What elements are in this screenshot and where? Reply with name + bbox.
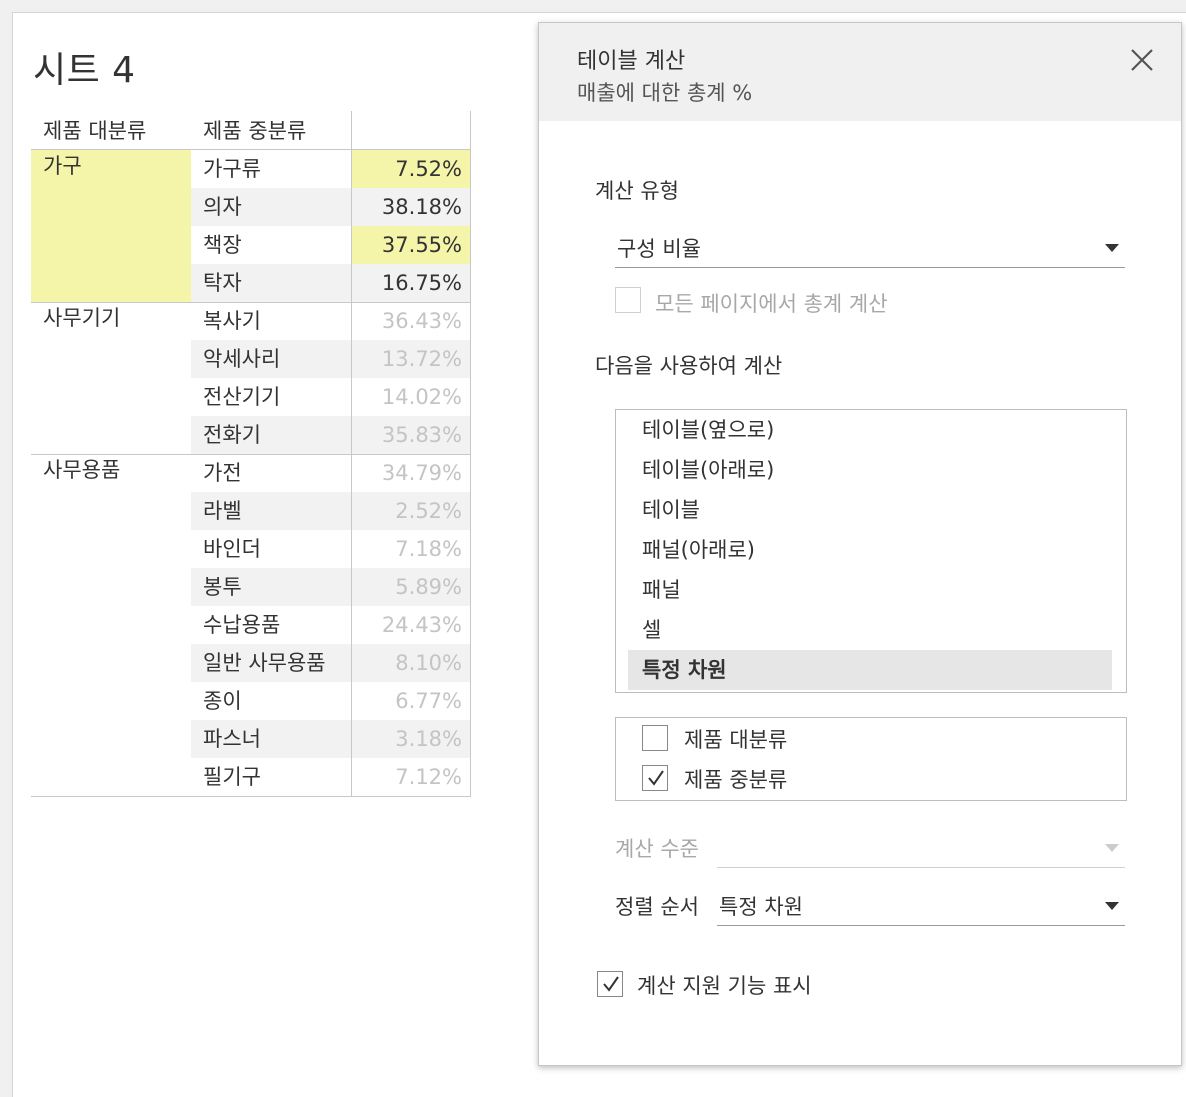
compute-option[interactable]: 패널 [628, 570, 1112, 610]
category-cell[interactable]: 사무용품 [43, 455, 120, 485]
show-assist-checkbox[interactable] [597, 971, 623, 997]
value-cell[interactable]: 6.77% [352, 682, 462, 720]
value-cell[interactable]: 7.18% [352, 530, 462, 568]
subcategory-cell[interactable]: 책장 [203, 226, 242, 264]
value-cell[interactable]: 7.12% [352, 758, 462, 796]
value-cell[interactable]: 38.18% [352, 188, 462, 226]
category-cell[interactable]: 사무기기 [43, 303, 120, 333]
subcategory-cell[interactable]: 종이 [203, 682, 242, 720]
value-cell[interactable]: 34.79% [352, 454, 462, 492]
subcategory-cell[interactable]: 의자 [203, 188, 242, 226]
table-calculation-dialog: 테이블 계산 매출에 대한 총계 % 계산 유형 구성 비율 모든 페이지에서 … [538, 22, 1182, 1066]
value-cell[interactable]: 13.72% [352, 340, 462, 378]
subcategory-cell[interactable]: 가전 [203, 454, 242, 492]
dimension-label: 제품 대분류 [684, 728, 788, 752]
subcategory-cell[interactable]: 필기구 [203, 758, 261, 796]
subcategory-cell[interactable]: 라벨 [203, 492, 242, 530]
chevron-down-icon [1105, 244, 1119, 252]
header-subcategory[interactable]: 제품 중분류 [203, 111, 306, 149]
value-cell[interactable]: 36.43% [352, 302, 462, 340]
close-icon[interactable] [1129, 47, 1155, 73]
compute-option[interactable]: 테이블(아래로) [628, 450, 1112, 490]
category-cell[interactable]: 가구 [43, 151, 82, 181]
all-pages-label: 모든 페이지에서 총계 계산 [655, 292, 888, 316]
dialog-header: 테이블 계산 매출에 대한 총계 % [539, 23, 1181, 121]
value-cell[interactable]: 16.75% [352, 264, 462, 302]
chevron-down-icon [1105, 844, 1119, 852]
calc-type-label: 계산 유형 [595, 179, 679, 203]
value-cell[interactable]: 7.52% [352, 150, 462, 188]
value-cell[interactable]: 3.18% [352, 720, 462, 758]
subcategory-cell[interactable]: 전산기기 [203, 378, 280, 416]
compute-using-list[interactable]: 테이블(옆으로) 테이블(아래로) 테이블 패널(아래로) 패널 셀 특정 차원 [615, 409, 1127, 693]
value-cell[interactable]: 5.89% [352, 568, 462, 606]
value-cell[interactable]: 2.52% [352, 492, 462, 530]
sheet-title: 시트 4 [33, 50, 136, 91]
sort-order-value: 특정 차원 [719, 895, 803, 919]
sort-order-dropdown[interactable]: 특정 차원 [717, 887, 1125, 926]
dialog-subtitle: 매출에 대한 총계 % [577, 81, 753, 105]
dialog-title: 테이블 계산 [577, 49, 686, 74]
compute-option-selected[interactable]: 특정 차원 [628, 650, 1112, 690]
dimension-label: 제품 중분류 [684, 768, 788, 792]
value-cell[interactable]: 8.10% [352, 644, 462, 682]
value-cell[interactable]: 14.02% [352, 378, 462, 416]
compute-using-label: 다음을 사용하여 계산 [595, 354, 783, 378]
subcategory-cell[interactable]: 악세사리 [203, 340, 280, 378]
value-cell[interactable]: 35.83% [352, 416, 462, 454]
table-bottom-border [31, 796, 471, 797]
checkmark-icon [603, 976, 619, 992]
compute-option[interactable]: 패널(아래로) [628, 530, 1112, 570]
checkmark-icon [648, 770, 664, 786]
compute-option[interactable]: 테이블 [628, 490, 1112, 530]
sort-order-label: 정렬 순서 [615, 895, 699, 919]
compute-option[interactable]: 테이블(옆으로) [628, 410, 1112, 450]
subcategory-cell[interactable]: 바인더 [203, 530, 261, 568]
subcategory-cell[interactable]: 일반 사무용품 [203, 644, 326, 682]
subcategory-cell[interactable]: 수납용품 [203, 606, 280, 644]
dimension-checkbox-subcategory[interactable] [642, 765, 668, 791]
dimensions-list: 제품 대분류 제품 중분류 [615, 717, 1127, 801]
subcategory-cell[interactable]: 전화기 [203, 416, 261, 454]
compute-option[interactable]: 셀 [628, 610, 1112, 650]
level-dropdown[interactable] [717, 829, 1125, 868]
chevron-down-icon [1105, 902, 1119, 910]
header-category[interactable]: 제품 대분류 [43, 111, 146, 149]
subcategory-cell[interactable]: 봉투 [203, 568, 242, 606]
value-cell[interactable]: 24.43% [352, 606, 462, 644]
value-cell[interactable]: 37.55% [352, 226, 462, 264]
subcategory-cell[interactable]: 탁자 [203, 264, 242, 302]
calc-type-dropdown[interactable]: 구성 비율 [615, 229, 1125, 268]
level-label: 계산 수준 [615, 837, 699, 861]
subcategory-cell[interactable]: 복사기 [203, 302, 261, 340]
calc-type-value: 구성 비율 [617, 237, 701, 261]
subcategory-cell[interactable]: 가구류 [203, 150, 261, 188]
subcategory-cell[interactable]: 파스너 [203, 720, 261, 758]
dimension-checkbox-category[interactable] [642, 725, 668, 751]
show-assist-label: 계산 지원 기능 표시 [637, 974, 812, 998]
all-pages-checkbox[interactable] [615, 287, 641, 313]
